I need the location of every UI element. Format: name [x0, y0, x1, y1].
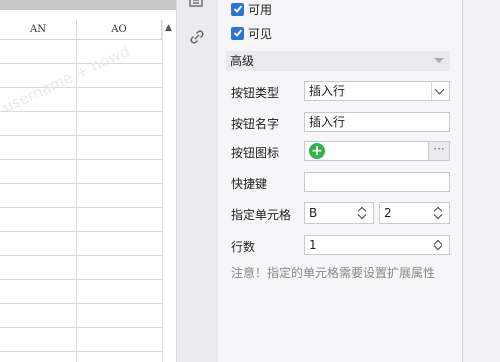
button-type-value: 插入行 [309, 84, 346, 98]
format-icon[interactable] [188, 0, 206, 12]
panel-right-edge [462, 0, 500, 362]
table-row[interactable] [0, 208, 162, 232]
scroll-up-icon[interactable]: ▲ [165, 23, 172, 33]
button-type-label: 按钮类型 [231, 86, 280, 100]
link-icon[interactable] [188, 28, 206, 46]
side-icon-strip [176, 0, 218, 362]
stepper-arrows-icon[interactable] [355, 203, 373, 223]
cell-column-stepper[interactable]: B [304, 202, 374, 224]
section-title: 高级 [230, 54, 255, 68]
table-row[interactable] [0, 328, 162, 352]
table-row[interactable] [0, 352, 162, 362]
stepper-arrows-icon[interactable] [431, 236, 449, 254]
table-row[interactable] [0, 40, 162, 64]
button-name-input[interactable]: 插入行 [304, 112, 450, 132]
table-row[interactable] [0, 280, 162, 304]
enabled-label: 可用 [248, 2, 273, 17]
column-header-an[interactable]: AN [0, 20, 77, 40]
shortcut-label: 快捷键 [231, 177, 268, 191]
collapse-triangle-icon[interactable] [434, 58, 444, 63]
cell-row-value: 2 [384, 206, 392, 220]
cell-column-value: B [309, 206, 318, 220]
shortcut-input[interactable] [304, 172, 450, 192]
checkbox-checked-icon[interactable] [231, 26, 244, 40]
sheet-top-bar [0, 0, 176, 10]
button-icon-label: 按钮图标 [231, 146, 280, 160]
browse-icon-button[interactable]: ··· [428, 141, 450, 161]
spreadsheet-area[interactable]: AN AO username + nowd ▲ [0, 0, 176, 362]
table-row[interactable] [0, 160, 162, 184]
table-row[interactable] [0, 136, 162, 160]
button-icon-field[interactable]: + [304, 141, 429, 161]
visible-label: 可见 [248, 26, 273, 41]
add-circle-icon: + [309, 143, 325, 159]
table-row[interactable] [0, 256, 162, 280]
button-name-label: 按钮名字 [231, 117, 280, 131]
vertical-scrollbar[interactable]: ▲ [162, 20, 176, 362]
enabled-checkbox[interactable]: 可用 [231, 0, 272, 18]
table-row[interactable] [0, 184, 162, 208]
advanced-section-header[interactable]: 高级 [226, 51, 450, 71]
cell-row-stepper[interactable]: 2 [379, 202, 450, 224]
note-text: 注意！指定的单元格需要设置扩展属性 [231, 266, 436, 280]
button-type-select[interactable]: 插入行 [304, 81, 450, 101]
chevron-down-icon[interactable] [431, 82, 449, 100]
cell-label: 指定单元格 [231, 208, 292, 222]
button-name-value: 插入行 [309, 115, 346, 129]
table-row[interactable] [0, 232, 162, 256]
table-row[interactable] [0, 304, 162, 328]
visible-checkbox[interactable]: 可见 [231, 24, 272, 42]
rows-count-stepper[interactable]: 1 [304, 235, 450, 255]
column-header-ao[interactable]: AO [77, 20, 162, 40]
rows-count-label: 行数 [231, 240, 256, 254]
table-row[interactable] [0, 112, 162, 136]
rows-count-value: 1 [309, 238, 317, 252]
checkbox-checked-icon[interactable] [231, 2, 244, 16]
stepper-arrows-icon[interactable] [431, 203, 449, 223]
